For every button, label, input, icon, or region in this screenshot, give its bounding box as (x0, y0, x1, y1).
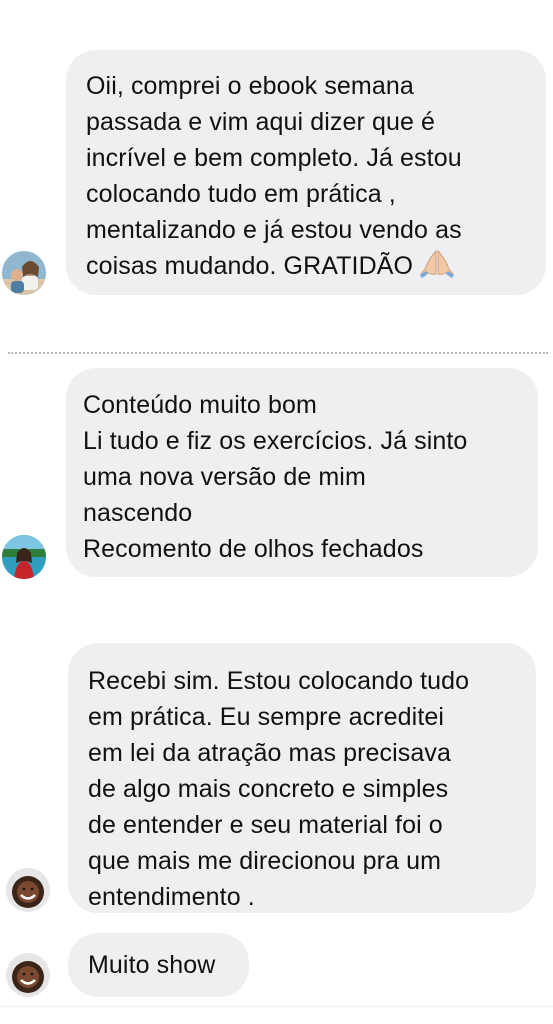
message-bubble[interactable]: Conteúdo muito bom Li tudo e fiz os exer… (66, 368, 538, 577)
divider (8, 352, 548, 354)
avatar[interactable] (2, 251, 46, 295)
avatar-photo-icon (6, 953, 50, 997)
message-text: Oii, comprei o ebook semana passada e vi… (86, 68, 528, 288)
folded-hands-icon (419, 248, 455, 288)
avatar[interactable] (6, 953, 50, 997)
avatar-photo-icon (6, 868, 50, 912)
avatar-photo-icon (2, 535, 46, 579)
message-text: Recebi sim. Estou colocando tudo em prát… (88, 667, 470, 911)
message-bubble[interactable]: Oii, comprei o ebook semana passada e vi… (66, 50, 546, 295)
avatar[interactable] (6, 868, 50, 912)
message-text: Conteúdo muito bom Li tudo e fiz os exer… (83, 391, 468, 563)
message-bubble[interactable]: Recebi sim. Estou colocando tudo em prát… (68, 643, 536, 913)
divider (0, 1006, 553, 1007)
message-bubble[interactable]: Muito show (68, 933, 249, 997)
avatar[interactable] (2, 535, 46, 579)
avatar-photo-icon (2, 251, 46, 295)
message-text: Muito show (88, 951, 216, 979)
